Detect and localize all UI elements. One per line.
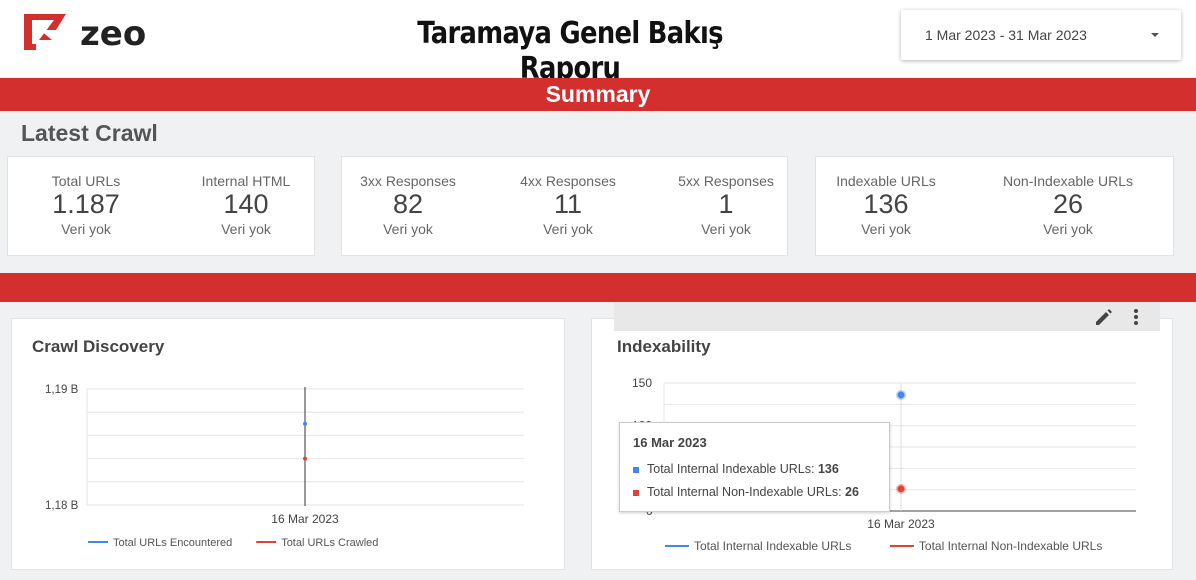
pencil-icon[interactable] (1093, 306, 1115, 328)
tooltip-row-indexable: Total Internal Indexable URLs: 136 (633, 462, 839, 476)
y-tick-label: 1,19 B (45, 384, 79, 396)
legend-label: Total URLs Crawled (281, 537, 378, 549)
legend-label: Total URLs Encountered (113, 537, 232, 549)
kpi-4xx: 4xx Responses 11 Veri yok (518, 157, 618, 237)
crawl-discovery-card: Crawl Discovery 1,19 B 1,18 B 16 Mar 2023 T… (11, 318, 565, 570)
legend-label: Total Internal Non-Indexable URLs (919, 539, 1102, 553)
kpi-indexable: Indexable URLs 136 Veri yok (836, 157, 936, 237)
date-range-picker[interactable]: 1 Mar 2023 - 31 Mar 2023 (901, 10, 1181, 60)
chart-toolbar (614, 302, 1160, 331)
section-band (0, 273, 1196, 302)
page-title: Taramaya Genel Bakış Raporu (417, 16, 723, 86)
kpi-card-urls: Total URLs 1.187 Veri yok Internal HTML … (7, 156, 315, 256)
x-tick-label: 16 Mar 2023 (271, 512, 339, 526)
legend-swatch-blue (633, 466, 639, 473)
kpi-label: Internal HTML (201, 173, 291, 189)
summary-title: Summary (545, 81, 651, 107)
kpi-card-responses: 3xx Responses 82 Veri yok 4xx Responses … (341, 156, 788, 256)
kpi-sub: Veri yok (221, 221, 271, 237)
kpi-card-indexability: Indexable URLs 136 Veri yok Non-Indexabl… (815, 156, 1174, 256)
kpi-value: 1.187 (52, 189, 120, 219)
kpi-value: 136 (863, 189, 909, 219)
data-point (897, 485, 905, 493)
kpi-label: Total URLs (51, 173, 121, 189)
chart-tooltip: 16 Mar 2023 Total Internal Indexable URL… (619, 422, 890, 512)
date-range-value: 1 Mar 2023 - 31 Mar 2023 (925, 27, 1087, 43)
kpi-label: 4xx Responses (520, 173, 616, 189)
section-title: Latest Crawl (21, 120, 158, 146)
kpi-value: 26 (1052, 189, 1084, 219)
kpi-sub: Veri yok (61, 221, 111, 237)
kpi-value: 140 (223, 189, 269, 219)
kpi-value: 1 (718, 189, 734, 219)
tooltip-value: 136 (817, 462, 839, 476)
kpi-non-indexable: Non-Indexable URLs 26 Veri yok (998, 157, 1138, 237)
tooltip-value: 26 (845, 485, 859, 499)
kpi-5xx: 5xx Responses 1 Veri yok (676, 157, 776, 237)
kpi-value: 82 (392, 189, 424, 219)
legend-label: Total Internal Indexable URLs (694, 539, 851, 553)
kpi-sub: Veri yok (1043, 221, 1093, 237)
tooltip-row-non-indexable: Total Internal Non-Indexable URLs: 26 (633, 485, 859, 499)
data-point (897, 391, 905, 399)
kpi-sub: Veri yok (861, 221, 911, 237)
caret-down-icon (1151, 33, 1159, 37)
zeo-logo: zeo (22, 10, 157, 54)
crawl-discovery-chart: 1,19 B 1,18 B 16 Mar 2023 Total URLs Encoun… (45, 384, 524, 549)
kpi-sub: Veri yok (701, 221, 751, 237)
kpi-3xx: 3xx Responses 82 Veri yok (358, 157, 458, 237)
more-vert-icon[interactable] (1127, 306, 1145, 328)
kpi-label: 5xx Responses (678, 173, 774, 189)
kpi-internal-html: Internal HTML 140 Veri yok (196, 157, 296, 237)
kpi-label: Indexable URLs (836, 173, 936, 189)
logo-text: zeo (80, 14, 146, 54)
tooltip-label: Total Internal Non-Indexable URLs: (647, 485, 842, 499)
data-point (303, 421, 307, 426)
legend-swatch-red (633, 489, 639, 496)
report-header: zeo Taramaya Genel Bakış Raporu 1 Mar 20… (0, 0, 1196, 86)
x-tick-label: 16 Mar 2023 (867, 517, 935, 531)
tooltip-label: Total Internal Indexable URLs: (647, 462, 815, 476)
kpi-label: 3xx Responses (360, 173, 456, 189)
summary-band: Summary (0, 78, 1196, 111)
kpi-value: 11 (553, 189, 583, 219)
y-tick-label: 150 (632, 376, 652, 390)
tooltip-date: 16 Mar 2023 (633, 435, 707, 450)
data-point (303, 456, 307, 461)
kpi-sub: Veri yok (383, 221, 433, 237)
kpi-label: Non-Indexable URLs (1003, 173, 1133, 189)
kpi-sub: Veri yok (543, 221, 593, 237)
y-tick-label: 1,18 B (45, 500, 79, 512)
kpi-total-urls: Total URLs 1.187 Veri yok (46, 157, 126, 237)
